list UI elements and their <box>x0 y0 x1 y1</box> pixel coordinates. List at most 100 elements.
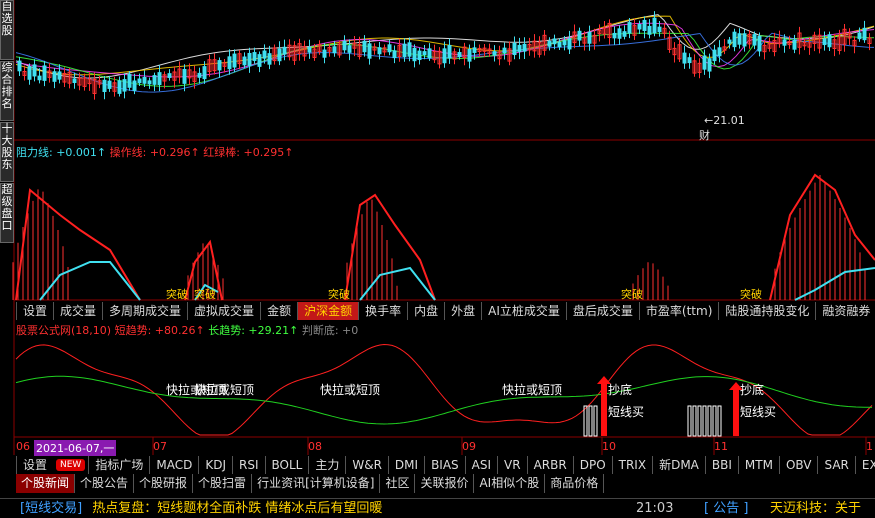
info-tab[interactable]: 社区 <box>380 474 416 493</box>
notice-headline[interactable]: 天迈科技：关于 <box>770 499 861 518</box>
indicator-toolbar-item[interactable]: KDJ <box>198 456 232 474</box>
candle-body <box>32 64 37 77</box>
buy-arrow-shaft <box>733 388 739 436</box>
info-tab[interactable]: 个股研报 <box>134 474 194 493</box>
indicator-toolbar-item[interactable]: 指标广场 <box>88 456 149 474</box>
left-tab-shareholders[interactable]: 十大股东 <box>0 122 14 182</box>
indicator-toolbar-item[interactable]: W&R <box>345 456 388 474</box>
ticker-tag: [短线交易] <box>20 501 83 516</box>
candle-body <box>242 56 247 66</box>
indicator-toolbar-item[interactable]: TRIX <box>611 456 652 474</box>
volume-toolbar-item[interactable]: 多周期成交量 <box>102 302 187 320</box>
info-tab[interactable]: 个股扫雷 <box>193 474 253 493</box>
indicator-toolbar-item[interactable]: MTM <box>737 456 779 474</box>
indicator-toolbar-item[interactable]: BOLL <box>264 456 309 474</box>
candle-body <box>687 57 692 64</box>
candle-body <box>257 54 262 67</box>
volume-toolbar-item[interactable]: 融资融券 <box>815 302 875 320</box>
indicator-toolbar-item[interactable]: DPO <box>572 456 612 474</box>
candle-body <box>197 72 202 78</box>
info-tab[interactable]: 商品价格 <box>545 474 605 493</box>
volume-toolbar-item[interactable]: 盘后成交量 <box>565 302 639 320</box>
indicator-toolbar-item[interactable]: RSI <box>232 456 265 474</box>
candle-body <box>552 38 557 45</box>
candle-body <box>137 78 142 84</box>
news-ticker[interactable]: [短线交易] 热点复盘：短线题材全面补跌 情绪冰点后有望回暖 21:03 [ 公… <box>0 498 875 518</box>
legend-formula-name: 股票公式网(18,10) <box>16 324 112 337</box>
info-tab[interactable]: 个股新闻 <box>16 474 76 493</box>
candle-body <box>347 45 352 53</box>
info-tab[interactable]: 关联报价 <box>415 474 475 493</box>
candle-body <box>252 52 257 61</box>
date-tick: 08 <box>308 440 322 453</box>
left-tab-watchlist[interactable]: 自选股 <box>0 0 14 60</box>
short-buy-label: 短线买 <box>740 405 777 419</box>
candle-body <box>422 51 427 56</box>
indicator-toolbar-item[interactable]: OBV <box>778 456 818 474</box>
candle-body <box>127 73 132 88</box>
indicator-toolbar-item[interactable]: SAR <box>817 456 854 474</box>
settings-button[interactable]: 设置 <box>16 456 53 474</box>
date-tick: 10 <box>602 440 616 453</box>
candle-body <box>727 39 732 44</box>
signal-box <box>697 405 702 437</box>
info-tab[interactable]: 行业资讯[计算机设备] <box>252 474 381 493</box>
candle-body <box>377 47 382 55</box>
volume-toolbar-item[interactable]: 外盘 <box>444 302 481 320</box>
left-tab-ranking[interactable]: 综合排名 <box>0 61 14 121</box>
candle-body <box>612 32 617 39</box>
volume-toolbar-item[interactable]: 市盈率(ttm) <box>638 302 718 320</box>
volume-toolbar-item[interactable]: 沪深金额 <box>297 302 359 320</box>
candle-body <box>637 24 642 30</box>
candle-body <box>577 30 582 41</box>
candle-body <box>522 43 527 52</box>
indicator-toolbar-item[interactable]: 新DMA <box>652 456 705 474</box>
indicator-toolbar-item[interactable]: ARBR <box>526 456 573 474</box>
volume-toolbar-item[interactable]: 设置 <box>16 302 53 320</box>
indicator-toolbar-item[interactable]: MACD <box>149 456 198 474</box>
volume-toolbar-item[interactable]: 内盘 <box>407 302 444 320</box>
volume-toolbar-item[interactable]: 陆股通持股变化 <box>718 302 815 320</box>
candle-body <box>732 31 737 48</box>
date-tick: 07 <box>153 440 167 453</box>
stock-chart-canvas[interactable] <box>0 0 875 517</box>
indicator-toolbar-item[interactable]: DMI <box>387 456 424 474</box>
left-tab-super-handicap[interactable]: 超级盘口 <box>0 183 14 243</box>
candle-body <box>737 33 742 45</box>
candle-body <box>472 47 477 53</box>
candle-body <box>742 33 747 47</box>
operation-line <box>15 188 141 301</box>
info-tab[interactable]: 个股公告 <box>75 474 135 493</box>
signal-box <box>583 405 588 437</box>
signal-box <box>687 405 692 437</box>
candle-body <box>122 79 127 92</box>
indicator-toolbar-item[interactable]: EXP <box>854 456 875 474</box>
volume-indicator-toolbar: 设置 成交量 多周期成交量 虚拟成交量 金额 沪深金额 换手率 内盘 外盘 AI立桩成交量 盘后成交… <box>16 302 875 320</box>
indicator-toolbar-item[interactable]: ASI <box>464 456 497 474</box>
ticker-headline[interactable]: 热点复盘：短线题材全面补跌 情绪冰点后有望回暖 <box>92 501 382 516</box>
volume-toolbar-item[interactable]: AI立桩成交量 <box>481 302 566 320</box>
signal-label: 快拉或短顶 <box>320 383 381 397</box>
signal-box <box>692 405 697 437</box>
indicator-toolbar-item[interactable]: BBI <box>704 456 738 474</box>
candle-body <box>117 80 122 94</box>
candle-body <box>427 48 432 59</box>
info-tab[interactable]: AI相似个股 <box>474 474 546 493</box>
indicator-toolbar-item[interactable]: 主力 <box>308 456 345 474</box>
volume-toolbar-item[interactable]: 换手率 <box>358 302 407 320</box>
buy-arrow-shaft <box>601 382 607 436</box>
indicator-toolbar-item[interactable]: BIAS <box>424 456 465 474</box>
candle-body <box>142 77 147 84</box>
volume-toolbar-item[interactable]: 虚拟成交量 <box>187 302 260 320</box>
finance-marker[interactable]: 财 <box>699 127 710 143</box>
volume-toolbar-item[interactable]: 成交量 <box>53 302 102 320</box>
candle-body <box>157 72 162 86</box>
candle-body <box>227 56 232 70</box>
indicator-toolbar-item[interactable]: VR <box>497 456 527 474</box>
bottom-signal-label: 抄底 <box>740 383 765 397</box>
candle-body <box>712 49 717 62</box>
volume-toolbar-item[interactable]: 金额 <box>260 302 297 320</box>
legend-bottom-judge: 判断底: +0 <box>301 324 359 337</box>
left-side-tabs: 自选股 综合排名 十大股东 超级盘口 <box>0 0 14 300</box>
ticker-time: 21:03 <box>636 501 674 516</box>
